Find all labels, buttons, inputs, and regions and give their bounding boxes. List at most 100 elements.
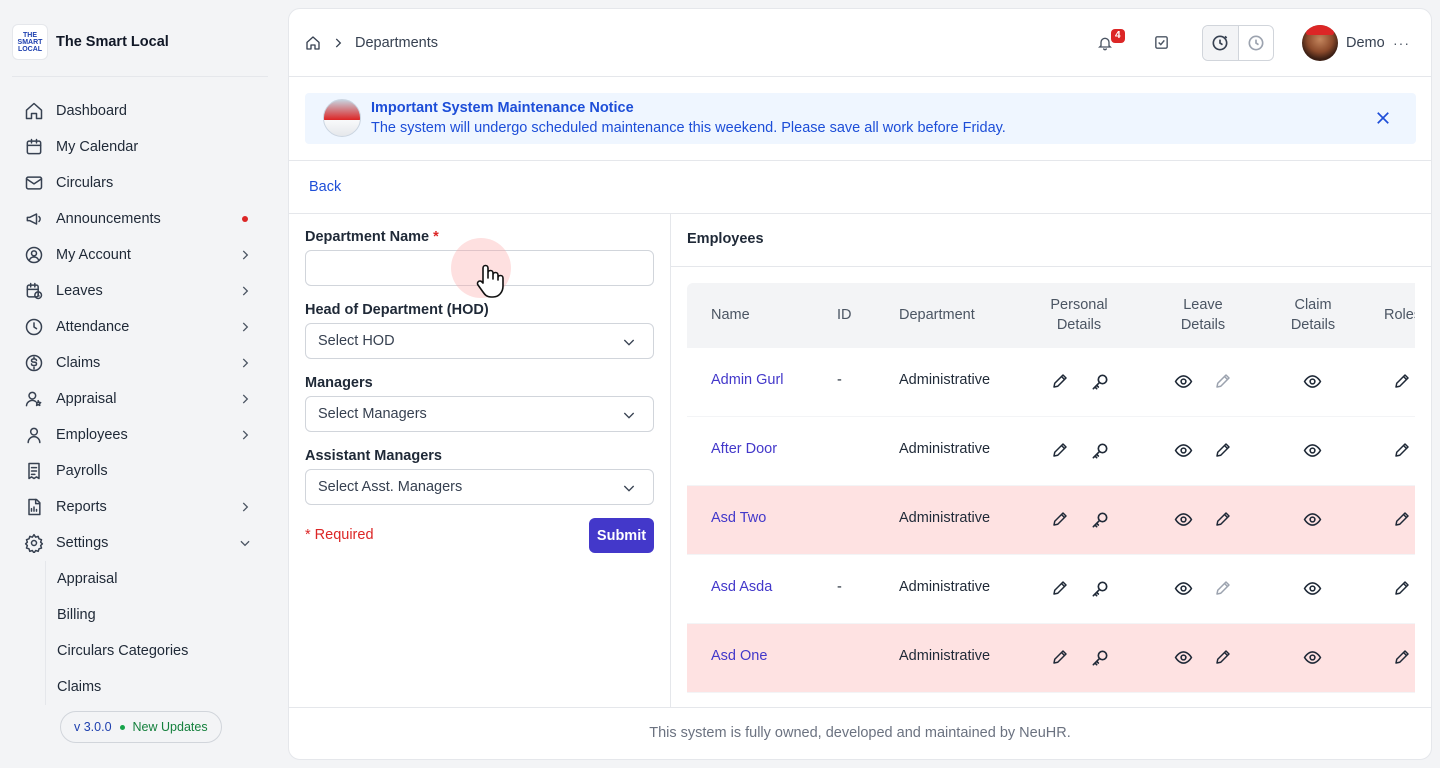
edit-personal-pencil-icon[interactable] (1051, 441, 1069, 459)
sidebar-item-reports[interactable]: Reports (16, 489, 268, 525)
col-personal-details[interactable]: Personal Details (1043, 295, 1115, 335)
edit-personal-pencil-icon[interactable] (1051, 648, 1069, 666)
key-icon[interactable] (1090, 372, 1110, 392)
edit-roles-pencil-icon[interactable] (1393, 510, 1411, 528)
table-row: Asd Two Administrative (687, 486, 1415, 555)
edit-personal-pencil-icon[interactable] (1051, 510, 1069, 528)
table-header: Name ID Department Personal Details Leave… (687, 283, 1415, 348)
sidebar-item-appraisal[interactable]: Appraisal (16, 381, 268, 417)
view-leave-eye-icon[interactable] (1174, 510, 1193, 529)
receipt-icon (24, 461, 44, 481)
calendar-clock-icon (24, 281, 44, 301)
view-claim-eye-icon[interactable] (1303, 579, 1322, 598)
employee-id: - (837, 372, 842, 388)
view-claim-eye-icon[interactable] (1303, 441, 1322, 460)
sidebar-item-leaves[interactable]: Leaves (16, 273, 268, 309)
edit-leave-pencil-icon[interactable] (1214, 510, 1232, 528)
sidebar-item-attendance[interactable]: Attendance (16, 309, 268, 345)
sidebar-item-payrolls[interactable]: Payrolls (16, 453, 268, 489)
maintenance-notice: Important System Maintenance Notice The … (305, 93, 1416, 144)
sidebar-item-label: Appraisal (56, 391, 117, 407)
back-link[interactable]: Back (309, 179, 341, 195)
view-claim-eye-icon[interactable] (1303, 648, 1322, 667)
sidebar-item-employees[interactable]: Employees (16, 417, 268, 453)
view-leave-eye-icon[interactable] (1174, 648, 1193, 667)
employee-name-link[interactable]: After Door (711, 441, 777, 457)
sidebar-item-claims[interactable]: Claims (16, 345, 268, 381)
main-panel: Departments 4 Demo ··· Important System … (288, 8, 1432, 760)
edit-roles-pencil-icon[interactable] (1393, 579, 1411, 597)
edit-roles-pencil-icon[interactable] (1393, 372, 1411, 390)
sidebar-item-label: Claims (56, 355, 101, 371)
notice-image (323, 99, 361, 137)
key-icon[interactable] (1090, 579, 1110, 599)
hod-select-value: Select HOD (318, 333, 395, 349)
col-name[interactable]: Name (711, 305, 750, 325)
close-icon[interactable] (1374, 109, 1392, 127)
settings-subitem-appraisal[interactable]: Appraisal (46, 561, 265, 597)
unread-dot (242, 216, 248, 222)
edit-leave-pencil-icon[interactable] (1214, 441, 1232, 459)
hand-cursor-icon (473, 263, 507, 299)
employee-name-link[interactable]: Asd One (711, 648, 767, 664)
settings-subitem-claims[interactable]: Claims (46, 669, 265, 705)
sidebar-item-label: My Account (56, 247, 131, 263)
asst-managers-select[interactable]: Select Asst. Managers (305, 469, 654, 505)
chevron-down-icon (621, 334, 637, 350)
view-leave-eye-icon[interactable] (1174, 372, 1193, 391)
more-menu-icon[interactable]: ··· (1393, 35, 1410, 51)
avatar[interactable] (1302, 25, 1338, 61)
edit-personal-pencil-icon[interactable] (1051, 372, 1069, 390)
edit-leave-pencil-icon[interactable] (1214, 372, 1232, 390)
sidebar-item-my-calendar[interactable]: My Calendar (16, 129, 268, 165)
hod-select[interactable]: Select HOD (305, 323, 654, 359)
col-department[interactable]: Department (899, 305, 975, 325)
managers-select[interactable]: Select Managers (305, 396, 654, 432)
col-claim-details[interactable]: Claim Details (1278, 295, 1348, 335)
employee-department: Administrative (899, 372, 991, 388)
sidebar-item-circulars[interactable]: Circulars (16, 165, 268, 201)
settings-subitem-billing[interactable]: Billing (46, 597, 265, 633)
col-id[interactable]: ID (837, 305, 852, 325)
key-icon[interactable] (1090, 441, 1110, 461)
submit-button[interactable]: Submit (589, 518, 654, 553)
logo-text-line: SMART (17, 38, 43, 46)
chevron-right-icon (238, 356, 252, 370)
settings-subitem-circulars-categories[interactable]: Circulars Categories (46, 633, 265, 669)
edit-roles-pencil-icon[interactable] (1393, 648, 1411, 666)
edit-roles-pencil-icon[interactable] (1393, 441, 1411, 459)
clock-toggle-group (1202, 25, 1274, 61)
user-star-icon (24, 389, 44, 409)
sidebar-item-announcements[interactable]: Announcements (16, 201, 268, 237)
employee-name-link[interactable]: Asd Two (711, 510, 766, 526)
home-icon[interactable] (305, 35, 321, 51)
sidebar-item-my-account[interactable]: My Account (16, 237, 268, 273)
col-leave-details[interactable]: Leave Details (1168, 295, 1238, 335)
view-leave-eye-icon[interactable] (1174, 579, 1193, 598)
edit-leave-pencil-icon[interactable] (1214, 648, 1232, 666)
sidebar-item-label: Employees (56, 427, 128, 443)
sidebar-item-dashboard[interactable]: Dashboard (16, 93, 268, 129)
edit-personal-pencil-icon[interactable] (1051, 579, 1069, 597)
sidebar-item-label: Circulars (56, 175, 114, 191)
version-badge[interactable]: v 3.0.0 New Updates (60, 711, 222, 743)
clock-in-icon[interactable] (1203, 26, 1239, 60)
clock-out-icon[interactable] (1239, 26, 1274, 60)
edit-leave-pencil-icon[interactable] (1214, 579, 1232, 597)
employee-department: Administrative (899, 579, 991, 595)
chevron-right-icon (238, 500, 252, 514)
view-claim-eye-icon[interactable] (1303, 510, 1322, 529)
col-roles[interactable]: Roles (1384, 305, 1415, 325)
task-check-icon[interactable] (1153, 34, 1170, 51)
key-icon[interactable] (1090, 510, 1110, 530)
employee-name-link[interactable]: Asd Asda (711, 579, 772, 595)
view-claim-eye-icon[interactable] (1303, 372, 1322, 391)
user-name[interactable]: Demo (1346, 35, 1385, 51)
employee-name-link[interactable]: Admin Gurl (711, 372, 784, 388)
breadcrumb: Departments (305, 35, 438, 51)
clock-icon (24, 317, 44, 337)
brand[interactable]: THE SMART LOCAL The Smart Local (12, 24, 169, 60)
key-icon[interactable] (1090, 648, 1110, 668)
sidebar-item-settings[interactable]: Settings (16, 525, 268, 561)
view-leave-eye-icon[interactable] (1174, 441, 1193, 460)
